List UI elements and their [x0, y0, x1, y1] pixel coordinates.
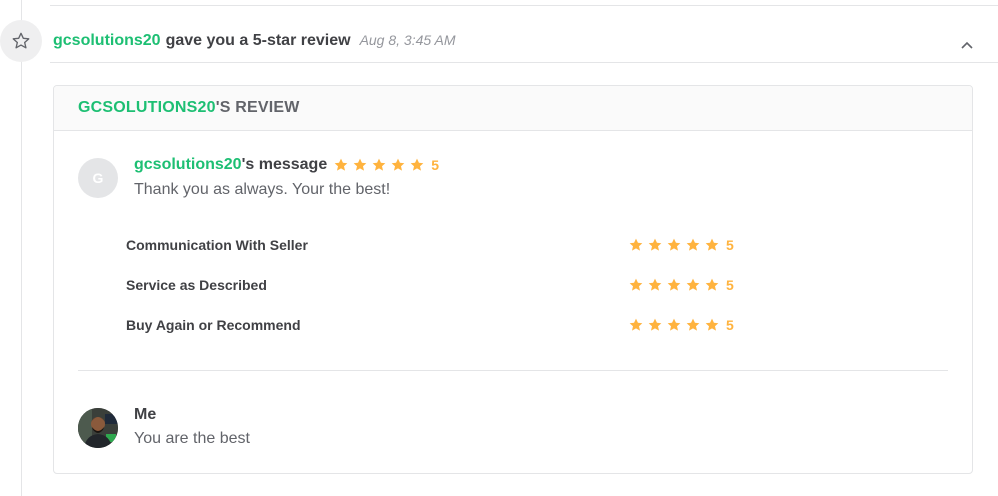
- star-filled-icon: [372, 158, 386, 171]
- sub-rating-row: Buy Again or Recommend 5: [126, 315, 746, 335]
- sub-rating-value: 5: [726, 237, 734, 253]
- star-filled-icon: [667, 318, 681, 331]
- star-filled-icon: [648, 318, 662, 331]
- sub-rating-stars: 5: [628, 277, 734, 293]
- message-title-suffix: 's message: [241, 156, 328, 173]
- sub-rating-stars: 5: [628, 237, 734, 253]
- review-message-text: Thank you as always. Your the best!: [134, 181, 391, 198]
- collapse-button[interactable]: [959, 38, 975, 52]
- sub-rating-label: Buy Again or Recommend: [126, 317, 301, 333]
- star-filled-icon: [667, 278, 681, 291]
- event-timestamp: Aug 8, 3:45 AM: [359, 32, 456, 48]
- message-title: gcsolutions20 's message 5: [134, 156, 439, 174]
- review-card: GCSOLUTIONS20 'S REVIEW G gcsolutions20 …: [53, 85, 973, 474]
- star-filled-icon: [353, 158, 367, 171]
- buyer-avatar-initial: G: [92, 170, 104, 186]
- review-card-header: GCSOLUTIONS20 'S REVIEW: [54, 86, 972, 131]
- buyer-avatar: G: [78, 158, 118, 198]
- star-filled-icon: [686, 278, 700, 291]
- star-filled-icon: [705, 238, 719, 251]
- top-divider: [50, 5, 998, 6]
- sub-rating-row: Service as Described 5: [126, 275, 746, 295]
- sub-rating-row: Communication With Seller 5: [126, 235, 746, 255]
- sub-rating-stars: 5: [628, 317, 734, 333]
- reply-text: You are the best: [134, 430, 250, 447]
- star-filled-icon: [686, 238, 700, 251]
- seller-avatar: [78, 408, 118, 448]
- star-filled-icon: [334, 158, 348, 171]
- reply-author-name: Me: [134, 406, 157, 423]
- star-filled-icon: [667, 238, 681, 251]
- star-filled-icon: [629, 238, 643, 251]
- star-filled-icon: [705, 278, 719, 291]
- review-header-username[interactable]: GCSOLUTIONS20: [78, 99, 216, 117]
- star-filled-icon: [648, 238, 662, 251]
- sub-rating-label: Service as Described: [126, 277, 267, 293]
- overall-star-rating: 5: [333, 157, 439, 173]
- star-filled-icon: [410, 158, 424, 171]
- star-filled-icon: [391, 158, 405, 171]
- event-text: gave you a 5-star review: [165, 32, 351, 49]
- star-outline-icon: [12, 32, 30, 49]
- event-username-link[interactable]: gcsolutions20: [53, 32, 161, 50]
- star-filled-icon: [629, 278, 643, 291]
- timeline-line: [21, 0, 22, 496]
- event-header: gcsolutions20 gave you a 5-star review A…: [53, 32, 456, 50]
- star-filled-icon: [686, 318, 700, 331]
- overall-rating-value: 5: [431, 157, 440, 173]
- review-header-suffix: 'S REVIEW: [215, 99, 300, 116]
- message-username-link[interactable]: gcsolutions20: [134, 156, 242, 174]
- header-divider: [50, 62, 998, 63]
- star-filled-icon: [648, 278, 662, 291]
- sub-rating-value: 5: [726, 277, 734, 293]
- star-filled-icon: [629, 318, 643, 331]
- star-filled-icon: [705, 318, 719, 331]
- avatar-photo: [78, 408, 118, 448]
- review-reply-divider: [78, 370, 948, 371]
- event-badge: [0, 20, 42, 62]
- chevron-up-icon: [961, 41, 973, 49]
- sub-rating-label: Communication With Seller: [126, 237, 308, 253]
- sub-rating-value: 5: [726, 317, 734, 333]
